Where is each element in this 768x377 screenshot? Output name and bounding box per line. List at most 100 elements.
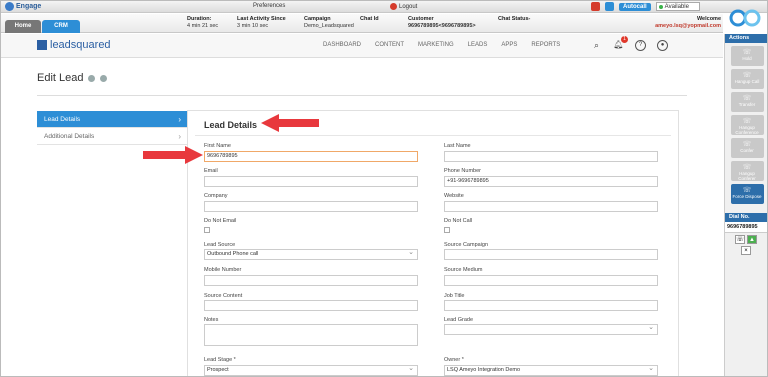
actions-panel: Actions ☏ Hold ☏ Hangup Call ☏ Transfer ☏ Ha…: [724, 34, 767, 376]
form-title: Lead Details: [204, 120, 258, 130]
website-label: Website: [444, 193, 464, 199]
hangup-conference-button[interactable]: ☏ Hangup Conference: [730, 115, 764, 135]
phone-dispose-icon: ☏: [742, 187, 752, 194]
do-not-call-label: Do Not Call: [444, 218, 473, 224]
source-content-field[interactable]: [204, 300, 418, 311]
ameyo-engage-logo: Engage: [5, 2, 41, 11]
owner-label: Owner *: [444, 357, 464, 363]
logout-button[interactable]: Logout: [390, 3, 417, 10]
transfer-label: Transfer: [738, 102, 756, 107]
nav-dashboard[interactable]: DASHBOARD: [323, 42, 361, 48]
leadsquared-logo[interactable]: leadsquared: [37, 39, 111, 51]
status-select[interactable]: Available: [655, 2, 700, 11]
chat-status-label: Chat Status-: [498, 16, 531, 22]
preferences-link[interactable]: Preferences: [253, 3, 285, 9]
confer-button[interactable]: ☏ Confer: [730, 138, 764, 158]
help-icon[interactable]: ?: [635, 40, 646, 51]
sidebar-item-label: Lead Details: [44, 116, 81, 123]
dial-controls: ☏ ▲: [725, 233, 767, 244]
annotation-arrow-title: [261, 114, 319, 132]
phone-number-field[interactable]: +91-9696789895: [444, 176, 658, 187]
do-not-call-checkbox[interactable]: [444, 227, 450, 233]
leadsquared-logo-text: leadsquared: [50, 39, 111, 51]
section-sidebar: Lead Details › Additional Details ›: [37, 111, 187, 145]
phone-hangup-icon: ☏: [742, 72, 752, 79]
phone-hangup-icon: ☏: [742, 118, 752, 125]
dial-upload-icon[interactable]: ▲: [747, 235, 757, 244]
dial-number[interactable]: 9696789895: [725, 222, 767, 233]
lead-stage-select[interactable]: Prospect: [204, 364, 418, 376]
lead-stage-label: Lead Stage *: [204, 357, 236, 363]
logout-label: Logout: [399, 3, 418, 10]
last-activity-value: 3 min 10 sec: [237, 22, 269, 29]
hangup-call-button[interactable]: ☏ Hangup Call: [730, 69, 764, 89]
force-dispose-button[interactable]: ☏ Force Dispose: [730, 184, 764, 204]
source-medium-label: Source Medium: [444, 267, 483, 273]
annotation-arrow-first-name: [143, 146, 203, 164]
tab-home[interactable]: Home: [5, 20, 41, 33]
page-title-text: Edit Lead: [37, 72, 84, 84]
comment-icon[interactable]: [100, 74, 108, 82]
dial-controls-row2: ×: [725, 244, 767, 255]
company-field[interactable]: [204, 201, 418, 212]
dial-call-icon[interactable]: ☏: [735, 235, 745, 244]
chat-icon[interactable]: [605, 2, 614, 11]
nav-leads[interactable]: LEADS: [468, 42, 488, 48]
welcome-user: ameyo.lsq@yopmail.com: [655, 22, 721, 29]
nav-reports[interactable]: REPORTS: [531, 42, 560, 48]
source-medium-field[interactable]: [444, 275, 658, 286]
help-icon[interactable]: [88, 74, 96, 82]
hangup-call-label: Hangup Call: [734, 79, 760, 84]
chat-status-info: Chat Status-: [498, 16, 530, 23]
tab-crm[interactable]: CRM: [42, 20, 80, 33]
company-label: Company: [204, 193, 228, 199]
do-not-email-label: Do Not Email: [204, 218, 237, 224]
source-content-label: Source Content: [204, 293, 243, 299]
first-name-field[interactable]: 9696789895: [204, 151, 418, 162]
main-nav: DASHBOARD CONTENT MARKETING LEADS APPS R…: [323, 42, 560, 48]
lead-source-select[interactable]: Outbound Phone call: [204, 248, 418, 260]
phone-number-label: Phone Number: [444, 168, 481, 174]
notes-textarea[interactable]: [204, 324, 418, 346]
nav-marketing[interactable]: MARKETING: [418, 42, 454, 48]
website-field[interactable]: [444, 201, 658, 212]
bell-icon[interactable]: 🔔︎ 1: [613, 36, 628, 51]
sidebar-item-lead-details[interactable]: Lead Details ›: [37, 111, 187, 128]
first-name-label: First Name: [204, 143, 231, 149]
divider: [37, 95, 687, 96]
dial-close-icon[interactable]: ×: [741, 246, 751, 255]
source-campaign-label: Source Campaign: [444, 242, 489, 248]
welcome-info: Welcome ameyo.lsq@yopmail.com: [655, 16, 721, 29]
topbar-tools: Autocall Available: [591, 2, 700, 11]
search-icon[interactable]: ⌕: [591, 40, 602, 51]
app-frame: Engage Preferences Logout Autocall Avail…: [0, 0, 768, 377]
lead-grade-select[interactable]: [444, 323, 658, 335]
phone-alert-icon[interactable]: [591, 2, 600, 11]
email-field[interactable]: [204, 176, 418, 187]
lead-grade-label: Lead Grade: [444, 317, 474, 323]
phone-conference-icon: ☏: [742, 141, 752, 148]
nav-apps[interactable]: APPS: [501, 42, 517, 48]
mobile-number-field[interactable]: [204, 275, 418, 286]
nav-content[interactable]: CONTENT: [375, 42, 404, 48]
last-name-field[interactable]: [444, 151, 658, 162]
user-avatar-icon[interactable]: ●: [657, 40, 668, 51]
page-title: Edit Lead: [37, 72, 108, 84]
transfer-button[interactable]: ☏ Transfer: [730, 92, 764, 112]
lead-source-label: Lead Source: [204, 242, 236, 248]
sidebar-item-label: Additional Details: [44, 133, 95, 140]
customer-value: 9696789895<9696789895>: [408, 22, 476, 29]
email-label: Email: [204, 168, 218, 174]
do-not-email-checkbox[interactable]: [204, 227, 210, 233]
chat-id-info: Chat Id: [360, 16, 379, 23]
source-campaign-field[interactable]: [444, 249, 658, 260]
job-title-field[interactable]: [444, 300, 658, 311]
form-divider: [195, 135, 671, 136]
owner-select[interactable]: LSQ Ameyo Integration Demo: [444, 364, 658, 376]
autocall-toggle[interactable]: Autocall: [619, 2, 651, 11]
hold-button[interactable]: ☏ Hold: [730, 46, 764, 66]
phone-transfer-icon: ☏: [742, 95, 752, 102]
hangup-conferer-button[interactable]: ☏ Hangup Conferer: [730, 161, 764, 181]
customer-info: Customer 9696789895<9696789895>: [408, 16, 476, 29]
mobile-number-label: Mobile Number: [204, 267, 242, 273]
